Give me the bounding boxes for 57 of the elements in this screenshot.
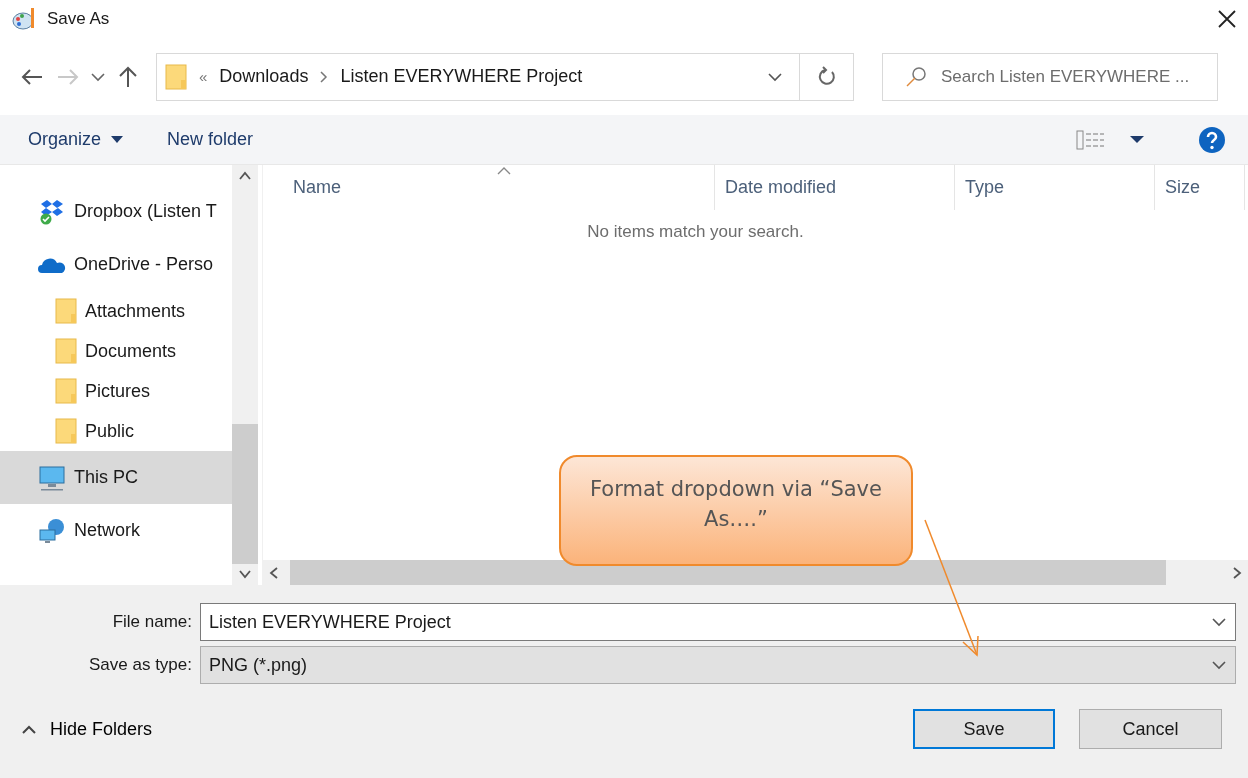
column-header[interactable]: Date modified (715, 165, 955, 210)
folder-icon (55, 298, 77, 324)
sidebar-item[interactable]: OneDrive - Perso (0, 238, 232, 291)
sidebar-item[interactable]: Pictures (0, 371, 232, 411)
folder-icon (55, 378, 77, 404)
hide-folders-button[interactable]: Hide Folders (18, 714, 157, 744)
help-icon[interactable] (1198, 125, 1226, 154)
new-folder-button[interactable]: New folder (157, 125, 264, 154)
scrollbar-thumb[interactable] (232, 424, 258, 564)
recent-locations-icon (90, 71, 106, 82)
scroll-left-icon (269, 565, 278, 580)
refresh-icon (816, 65, 837, 88)
sidebar-item[interactable]: Network (0, 504, 232, 557)
empty-message: No items match your search. (587, 222, 804, 242)
scrollbar-thumb[interactable] (290, 560, 1166, 585)
address-bar[interactable]: « Downloads Listen EVERYWHERE Project (156, 52, 854, 101)
network-icon (38, 517, 66, 544)
column-header[interactable]: Size (1155, 165, 1245, 210)
callout: Format dropdown via “Save As….” (559, 455, 913, 566)
field-label: Save as type: (88, 655, 193, 675)
window-title: Save As (47, 9, 111, 29)
folder-icon (55, 418, 77, 444)
field-label: File name: (111, 612, 193, 632)
caret-down-icon[interactable] (1130, 135, 1144, 144)
sidebar-item[interactable]: This PC (0, 451, 232, 504)
caret-up-icon (22, 724, 36, 734)
column-header[interactable]: Type (955, 165, 1155, 210)
forward-arrow-icon (56, 66, 80, 87)
file-type-dropdown[interactable]: PNG (*.png) (200, 646, 1236, 684)
monitor-icon (38, 464, 66, 491)
chevron-down-icon (1211, 660, 1227, 670)
folder-icon (165, 63, 187, 90)
search-field[interactable]: Search Listen EVERYWHERE ... (882, 52, 1218, 101)
caret-down-icon (111, 135, 124, 144)
column-header[interactable]: Name (263, 165, 715, 210)
back-arrow-icon (20, 66, 44, 87)
save-button[interactable]: Save (913, 709, 1055, 749)
chevron-down-icon (767, 71, 783, 82)
scroll-right-icon (1233, 565, 1242, 580)
sidebar-item[interactable]: Documents (0, 331, 232, 371)
sort-caret-icon (497, 167, 511, 175)
file-name-field[interactable]: Listen EVERYWHERE Project (200, 603, 1236, 641)
breadcrumb[interactable]: Listen EVERYWHERE Project (340, 66, 583, 87)
sidebar-item[interactable]: Dropbox (Listen T (0, 185, 232, 238)
chevron-down-icon (1211, 617, 1227, 627)
sidebar-item[interactable]: Public (0, 411, 232, 451)
close-icon[interactable] (1216, 8, 1238, 30)
organize-menu[interactable]: Organize (18, 125, 134, 154)
overflow-chevrons[interactable]: « (199, 68, 208, 85)
scroll-down-icon (238, 570, 252, 579)
scroll-up-icon (238, 171, 252, 180)
breadcrumb[interactable]: Downloads (219, 66, 309, 87)
folder-icon (55, 338, 77, 364)
up-arrow-icon (117, 64, 139, 89)
cancel-button[interactable]: Cancel (1079, 709, 1222, 749)
sidebar-item[interactable]: Attachments (0, 291, 232, 331)
search-icon (905, 65, 927, 88)
